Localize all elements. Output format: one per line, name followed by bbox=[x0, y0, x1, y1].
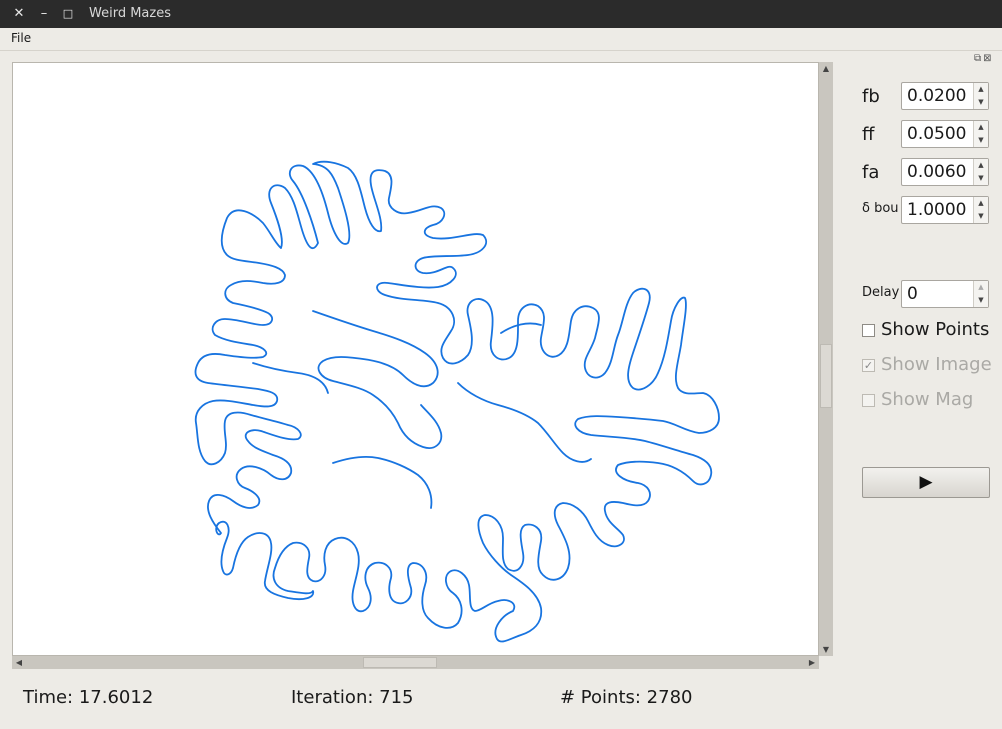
param-spinbox-fa[interactable]: 0.0060 ▲ ▼ bbox=[901, 158, 989, 186]
param-value-delta-bou[interactable]: 1.0000 bbox=[907, 200, 966, 220]
scroll-left-arrow[interactable]: ◀ bbox=[12, 656, 26, 669]
show-points-label[interactable]: Show Points bbox=[881, 319, 989, 340]
dock-title-icons: ⧉⊠ bbox=[974, 53, 994, 64]
status-iteration: Iteration: 715 bbox=[291, 687, 414, 708]
maze-channel bbox=[457, 382, 592, 463]
minimize-window-button[interactable]: – bbox=[36, 6, 52, 22]
maze-outline bbox=[194, 160, 720, 643]
menu-bar: File bbox=[0, 28, 1002, 51]
spin-up-arrow-icon[interactable]: ▲ bbox=[974, 121, 988, 134]
status-time: Time: 17.6012 bbox=[23, 687, 154, 708]
maze-canvas[interactable] bbox=[12, 62, 819, 656]
param-label-fa: fa bbox=[862, 162, 880, 183]
show-points-checkbox[interactable] bbox=[862, 324, 875, 337]
param-value-fb[interactable]: 0.0200 bbox=[907, 86, 966, 106]
spin-down-arrow-icon[interactable]: ▼ bbox=[974, 96, 988, 109]
scroll-up-arrow[interactable]: ▲ bbox=[819, 62, 833, 75]
spin-buttons: ▲ ▼ bbox=[973, 159, 988, 185]
param-label-delta-bou: δ bou bbox=[862, 201, 899, 216]
spin-buttons: ▲ ▼ bbox=[973, 121, 988, 147]
maze-channel bbox=[312, 310, 443, 449]
scroll-corner bbox=[819, 656, 833, 669]
spin-down-arrow-icon[interactable]: ▼ bbox=[974, 294, 988, 307]
spin-buttons: ▲ ▼ bbox=[973, 83, 988, 109]
title-bar: ✕ – □ Weird Mazes bbox=[0, 0, 1002, 28]
play-icon: ▶ bbox=[919, 472, 933, 492]
show-mag-checkbox bbox=[862, 394, 875, 407]
spin-down-arrow-icon[interactable]: ▼ bbox=[974, 172, 988, 185]
maximize-window-button[interactable]: □ bbox=[60, 6, 76, 22]
param-label-fb: fb bbox=[862, 86, 880, 107]
show-image-label: Show Image bbox=[881, 354, 992, 375]
spin-down-arrow-icon[interactable]: ▼ bbox=[974, 134, 988, 147]
maze-drawing bbox=[194, 160, 720, 643]
spin-up-arrow-icon[interactable]: ▲ bbox=[974, 197, 988, 210]
scroll-right-arrow[interactable]: ▶ bbox=[805, 656, 819, 669]
param-value-fa[interactable]: 0.0060 bbox=[907, 162, 966, 182]
show-image-checkbox: ✓ bbox=[862, 359, 875, 372]
dock-close-icon[interactable]: ⊠ bbox=[983, 53, 993, 64]
param-value-ff[interactable]: 0.0500 bbox=[907, 124, 966, 144]
vertical-scrollbar[interactable]: ▲ ▼ bbox=[819, 62, 833, 656]
delay-value[interactable]: 0 bbox=[907, 284, 918, 304]
spin-up-arrow-icon[interactable]: ▲ bbox=[974, 83, 988, 96]
delay-spinbox[interactable]: 0 ▲ ▼ bbox=[901, 280, 989, 308]
menu-file[interactable]: File bbox=[11, 31, 31, 45]
show-mag-label: Show Mag bbox=[881, 389, 974, 410]
param-label-ff: ff bbox=[862, 124, 875, 145]
maze-channel bbox=[500, 322, 542, 334]
param-spinbox-ff[interactable]: 0.0500 ▲ ▼ bbox=[901, 120, 989, 148]
maze-channel bbox=[252, 362, 329, 394]
window-title: Weird Mazes bbox=[89, 6, 171, 21]
dock-float-icon[interactable]: ⧉ bbox=[974, 53, 983, 64]
maze-channel bbox=[332, 455, 433, 509]
param-spinbox-delta-bou[interactable]: 1.0000 ▲ ▼ bbox=[901, 196, 989, 224]
spin-buttons: ▲ ▼ bbox=[973, 197, 988, 223]
horizontal-scroll-thumb[interactable] bbox=[363, 657, 437, 668]
status-points: # Points: 2780 bbox=[560, 687, 693, 708]
vertical-scroll-thumb[interactable] bbox=[820, 344, 832, 408]
canvas-scroll-area: ▲ ▼ ◀ ▶ bbox=[12, 62, 833, 669]
spin-buttons: ▲ ▼ bbox=[973, 281, 988, 307]
spin-up-arrow-icon[interactable]: ▲ bbox=[974, 281, 988, 294]
play-button[interactable]: ▶ bbox=[862, 467, 990, 498]
delay-label: Delay bbox=[862, 285, 900, 300]
close-window-button[interactable]: ✕ bbox=[11, 6, 27, 22]
spin-down-arrow-icon[interactable]: ▼ bbox=[974, 210, 988, 223]
spin-up-arrow-icon[interactable]: ▲ bbox=[974, 159, 988, 172]
scroll-down-arrow[interactable]: ▼ bbox=[819, 643, 833, 656]
horizontal-scrollbar[interactable]: ◀ ▶ bbox=[12, 656, 819, 669]
param-spinbox-fb[interactable]: 0.0200 ▲ ▼ bbox=[901, 82, 989, 110]
